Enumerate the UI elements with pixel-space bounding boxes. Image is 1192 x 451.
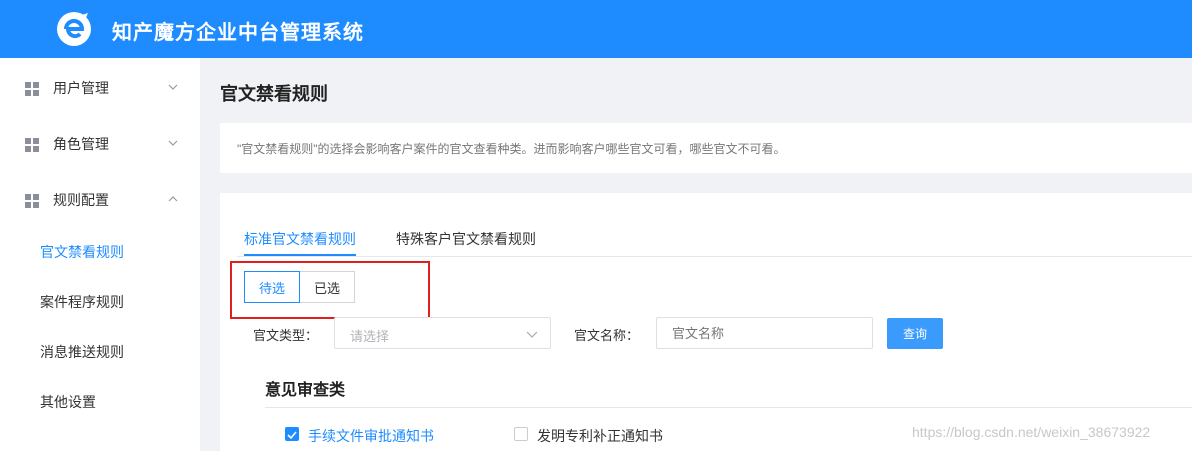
notice-box: "官文禁看规则"的选择会影响客户案件的官文查看种类。进而影响客户哪些官文可看，哪… <box>220 123 1192 173</box>
sidebar-item-label: 案件程序规则 <box>40 294 124 310</box>
doc-type-label: 官文类型： <box>253 328 319 343</box>
checkbox-label: 发明专利补正通知书 <box>537 428 663 444</box>
sidebar: 用户管理 角色管理 规则配置 官文禁看规则 案件程序规则 消息推送规则 其他设置 <box>0 58 200 451</box>
main-panel: 标准官文禁看规则 特殊客户官文禁看规则 待选 已选 官文类型： 请选择 官文名称… <box>220 193 1192 451</box>
chevron-down-icon <box>168 140 178 146</box>
doc-type-placeholder: 请选择 <box>350 329 390 344</box>
grid-icon <box>25 82 39 96</box>
chevron-up-icon <box>168 196 178 202</box>
page-title: 官文禁看规则 <box>220 84 328 104</box>
checkbox-unchecked[interactable] <box>514 427 528 441</box>
doc-name-label: 官文名称： <box>574 328 640 343</box>
doc-name-input[interactable] <box>656 317 873 349</box>
chevron-down-icon <box>168 84 178 90</box>
sidebar-item-doc-view-rules[interactable]: 官文禁看规则 <box>0 226 200 276</box>
sidebar-item-other-settings[interactable]: 其他设置 <box>0 376 200 426</box>
checkbox-label: 手续文件审批通知书 <box>308 428 434 444</box>
chevron-down-icon <box>526 331 538 338</box>
sidebar-group-label: 规则配置 <box>53 192 109 208</box>
sidebar-item-label: 官文禁看规则 <box>40 244 124 260</box>
sidebar-item-message-push-rules[interactable]: 消息推送规则 <box>0 326 200 376</box>
doc-type-select[interactable]: 请选择 <box>334 317 551 349</box>
tab-standard-rules[interactable]: 标准官文禁看规则 <box>244 229 356 249</box>
sidebar-item-case-procedure-rules[interactable]: 案件程序规则 <box>0 276 200 326</box>
sidebar-item-label: 其他设置 <box>40 394 96 410</box>
watermark-text: https://blog.csdn.net/weixin_38673922 <box>912 424 1151 440</box>
query-button[interactable]: 查询 <box>887 318 943 349</box>
sidebar-group-label: 角色管理 <box>53 136 109 152</box>
grid-icon <box>25 138 39 152</box>
app-title: 知产魔方企业中台管理系统 <box>112 22 364 44</box>
sidebar-group-user-management[interactable]: 用户管理 <box>0 60 200 116</box>
pending-toggle-button[interactable]: 待选 <box>244 271 300 303</box>
section-divider <box>265 407 1192 408</box>
checkbox-checked[interactable] <box>285 427 299 441</box>
section-title: 意见审查类 <box>265 382 346 399</box>
check-icon <box>287 431 297 440</box>
sidebar-group-rule-config[interactable]: 规则配置 <box>0 172 200 228</box>
grid-icon <box>25 194 39 208</box>
tab-special-customer-rules[interactable]: 特殊客户官文禁看规则 <box>396 229 536 249</box>
e-logo-icon[interactable] <box>56 11 92 47</box>
notice-text: "官文禁看规则"的选择会影响客户案件的官文查看种类。进而影响客户哪些官文可看，哪… <box>237 142 786 156</box>
active-tab-indicator <box>244 254 356 256</box>
sidebar-group-label: 用户管理 <box>53 80 109 96</box>
selected-toggle-button[interactable]: 已选 <box>299 271 355 303</box>
sidebar-group-role-management[interactable]: 角色管理 <box>0 116 200 172</box>
top-header: 知产魔方企业中台管理系统 <box>0 0 1192 58</box>
tab-divider <box>237 256 1192 257</box>
sidebar-item-label: 消息推送规则 <box>40 344 124 360</box>
